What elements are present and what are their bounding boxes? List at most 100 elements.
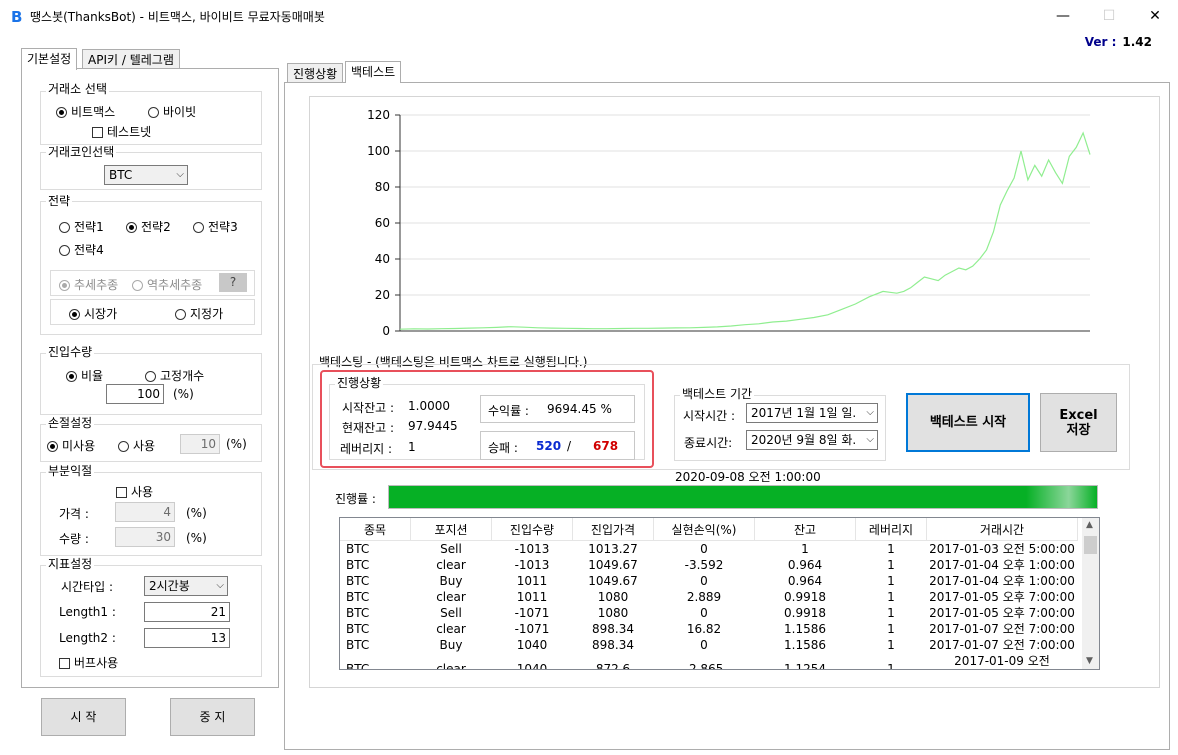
order-radio-limit[interactable]: 지정가 [175, 305, 223, 322]
maximize-button[interactable]: ☐ [1086, 0, 1132, 32]
partial-price-unit: (%) [186, 506, 207, 520]
entry-option-label: 비율 [81, 369, 104, 383]
end-date-picker[interactable]: 2020년 9월 8일 화. ⌵ [746, 430, 878, 450]
strategy-radio-1[interactable]: 전략1 [59, 218, 104, 235]
length2-input[interactable]: 13 [144, 628, 230, 648]
vertical-scrollbar[interactable]: ▲ ▼ [1082, 518, 1099, 669]
close-button[interactable]: ✕ [1132, 0, 1178, 32]
order-radio-market[interactable]: 시장가 [69, 305, 117, 322]
table-cell: BTC [346, 662, 370, 670]
entry-radio-fixed[interactable]: 고정개수 [145, 367, 204, 384]
stoploss-option-label: 미사용 [62, 439, 96, 453]
column-header[interactable]: 잔고 [754, 518, 856, 541]
table-row[interactable]: BTC clear -1071 898.34 16.82 1.1586 1 2017-01-0… [340, 621, 1078, 637]
table-cell: 1 [887, 574, 895, 588]
table-cell: 1.1254 [784, 662, 826, 670]
progress-summary-legend: 진행상황 [335, 376, 384, 390]
table-cell: 1 [887, 542, 895, 556]
excel-save-line1: Excel [1059, 408, 1098, 423]
strategy-radio-3[interactable]: 전략3 [193, 218, 238, 235]
testnet-label: 테스트넷 [107, 125, 152, 139]
table-row[interactable]: BTC clear -1013 1049.67 -3.592 0.964 1 2017-01-… [340, 557, 1078, 573]
table-cell: 1049.67 [588, 558, 638, 572]
stoploss-radio-on[interactable]: 사용 [118, 437, 155, 454]
column-header[interactable]: 실현손익(%) [653, 518, 755, 541]
column-header[interactable]: 진입가격 [572, 518, 654, 541]
y-tick-label: 20 [375, 288, 390, 302]
excel-save-button[interactable]: Excel 저장 [1040, 393, 1117, 452]
table-cell: 1 [887, 558, 895, 572]
table-cell: 1011 [516, 590, 548, 604]
table-row[interactable]: BTC clear 1011 1080 2.889 0.9918 1 2017-01-05 오… [340, 589, 1078, 605]
coin-select[interactable]: BTC ⌵ [104, 165, 188, 185]
column-header[interactable]: 거래시간 [926, 518, 1078, 541]
table-cell: -1071 [514, 606, 550, 620]
help-button[interactable]: ? [219, 273, 247, 292]
column-header[interactable]: 종목 [340, 518, 411, 541]
exchange-radio-bybit[interactable]: 바이빗 [148, 103, 196, 120]
partial-use-label: 사용 [131, 485, 154, 499]
radio-icon [145, 371, 156, 382]
stoploss-radio-off[interactable]: 미사용 [47, 437, 95, 454]
trend-radio-follow[interactable]: 추세추종 [59, 276, 118, 293]
timeframe-select[interactable]: 2시간봉 ⌵ [144, 576, 228, 596]
testnet-checkbox[interactable]: 테스트넷 [92, 123, 151, 140]
trend-radio-counter[interactable]: 역추세추종 [132, 276, 202, 293]
partial-use-checkbox[interactable]: 사용 [116, 483, 153, 500]
radio-icon [66, 371, 77, 382]
tab-basic-settings[interactable]: 기본설정 [21, 48, 78, 70]
table-cell: 1080 [597, 590, 629, 604]
table-cell: 898.34 [592, 622, 634, 636]
length2-label: Length2 : [59, 631, 116, 645]
start-date-picker[interactable]: 2017년 1월 1일 일. ⌵ [746, 403, 878, 423]
table-cell: 2017-01-09 오전 11:00:00 [954, 654, 1050, 668]
table-row[interactable]: BTC Buy 1011 1049.67 0 0.964 1 2017-01-04 오후 1:… [340, 573, 1078, 589]
y-tick-label: 40 [375, 252, 390, 266]
backtest-start-button[interactable]: 백테스트 시작 [906, 393, 1030, 452]
column-header[interactable]: 레버리지 [855, 518, 927, 541]
wins-value: 520 [536, 439, 562, 453]
trades-table[interactable]: 종목 포지션 진입수량 진입가격 실현손익(%) 잔고 레버리지 거래시간 BTC Sell -1… [339, 517, 1100, 670]
strategy-option-label: 전략4 [74, 243, 104, 257]
strategy-radio-4[interactable]: 전략4 [59, 241, 104, 258]
equity-chart: 0 20 40 60 80 100 120 [367, 108, 1091, 338]
period-legend: 백테스트 기간 [680, 387, 755, 401]
length1-input[interactable]: 21 [144, 602, 230, 622]
table-row[interactable]: BTC Buy 1040 898.34 0 1.1586 1 2017-01-07 오전 7:… [340, 637, 1078, 653]
scroll-thumb[interactable] [1084, 536, 1097, 554]
buffer-checkbox[interactable]: 버프사용 [59, 654, 118, 671]
stop-button[interactable]: 중 지 [170, 698, 255, 736]
entry-value-input[interactable]: 100 [106, 384, 164, 404]
partial-qty-input[interactable]: 30 [115, 527, 175, 547]
table-row[interactable]: BTC clear 1040 872.6 -2.865 1.1254 1 2017-01-09… [340, 653, 1078, 670]
start-balance-value: 1.0000 [408, 399, 450, 413]
table-row[interactable]: BTC Sell -1013 1013.27 0 1 1 2017-01-03 오전 5:00… [340, 541, 1078, 558]
radio-icon [126, 222, 137, 233]
table-cell: 1049.67 [588, 574, 638, 588]
table-cell: clear [436, 622, 466, 636]
table-cell: 872.6 [595, 662, 631, 670]
column-header[interactable]: 포지션 [410, 518, 492, 541]
exchange-radio-bitmex[interactable]: 비트맥스 [56, 103, 115, 120]
version-label: Ver : [1084, 35, 1117, 49]
return-value: 9694.45 % [547, 402, 612, 416]
minimize-button[interactable]: — [1040, 0, 1086, 32]
strategy-radio-2[interactable]: 전략2 [126, 218, 171, 235]
table-cell: 0 [700, 638, 708, 652]
scroll-down-icon[interactable]: ▼ [1086, 656, 1093, 666]
table-cell: Sell [440, 542, 462, 556]
current-balance-value: 97.9445 [408, 419, 458, 433]
table-row[interactable]: BTC Sell -1071 1080 0 0.9918 1 2017-01-05 오후 7:… [340, 605, 1078, 621]
y-tick-label: 60 [375, 216, 390, 230]
scroll-up-icon[interactable]: ▲ [1086, 520, 1093, 530]
column-header[interactable]: 진입수량 [491, 518, 573, 541]
partial-price-input[interactable]: 4 [115, 502, 175, 522]
table-header-row: 종목 포지션 진입수량 진입가격 실현손익(%) 잔고 레버리지 거래시간 [340, 518, 1078, 541]
tab-api-telegram[interactable]: API키 / 텔레그램 [82, 49, 180, 69]
table-cell: 898.34 [592, 638, 634, 652]
stoploss-value-input[interactable]: 10 [180, 434, 220, 454]
start-button[interactable]: 시 작 [41, 698, 126, 736]
tab-backtest[interactable]: 백테스트 [345, 61, 402, 83]
entry-radio-ratio[interactable]: 비율 [66, 367, 103, 384]
tab-progress[interactable]: 진행상황 [287, 63, 344, 83]
